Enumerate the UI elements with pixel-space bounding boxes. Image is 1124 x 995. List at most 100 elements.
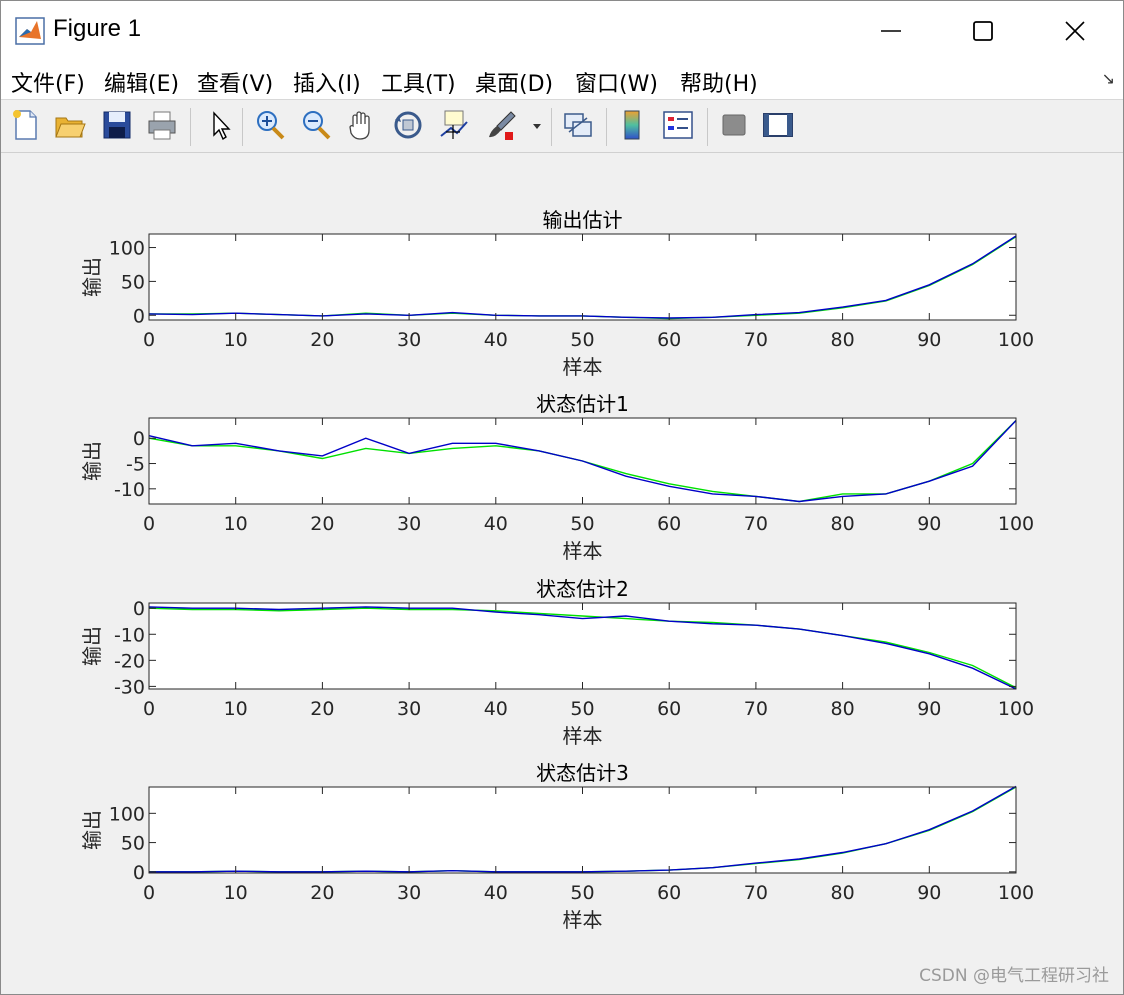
x-tick-label: 90 bbox=[917, 513, 941, 535]
close-icon[interactable] bbox=[1055, 11, 1095, 51]
subplot-title: 输出估计 bbox=[543, 208, 623, 232]
x-tick-label: 0 bbox=[143, 882, 155, 904]
y-tick-label: -10 bbox=[114, 624, 145, 646]
x-tick-label: 50 bbox=[570, 329, 594, 351]
y-axis-label: 输出 bbox=[80, 626, 104, 666]
x-tick-label: 20 bbox=[310, 698, 334, 720]
matlab-logo-icon bbox=[15, 17, 45, 45]
x-tick-label: 50 bbox=[570, 698, 594, 720]
x-tick-label: 100 bbox=[998, 882, 1034, 904]
menu-edit[interactable]: 编辑(E) bbox=[104, 66, 179, 98]
save-icon[interactable] bbox=[100, 108, 134, 142]
x-tick-label: 70 bbox=[744, 882, 768, 904]
y-axis-label: 输出 bbox=[80, 441, 104, 481]
x-tick-label: 50 bbox=[570, 513, 594, 535]
y-tick-label: 0 bbox=[133, 305, 145, 327]
x-axis-label: 样本 bbox=[563, 724, 603, 748]
x-axis-label: 样本 bbox=[563, 355, 603, 379]
toolbar-separator bbox=[707, 108, 708, 146]
legend-icon[interactable] bbox=[661, 108, 695, 142]
x-tick-label: 20 bbox=[310, 513, 334, 535]
y-tick-label: -5 bbox=[126, 454, 145, 476]
y-tick-label: -30 bbox=[114, 676, 145, 698]
x-tick-label: 40 bbox=[484, 698, 508, 720]
toolbar-separator bbox=[606, 108, 607, 146]
x-tick-label: 10 bbox=[224, 513, 248, 535]
figure-canvas[interactable]: 0 10 20 30 40 50 60 70 80 90 100 0 50 100 输出估计 样本 输出 0 10 2… bbox=[1, 153, 1123, 993]
x-tick-label: 90 bbox=[917, 698, 941, 720]
x-tick-label: 30 bbox=[397, 513, 421, 535]
subplot-2: 0 10 20 30 40 50 60 70 80 90 100 0 -5 -10 状态估计1 样本 输出 bbox=[80, 392, 1034, 563]
minimize-icon[interactable] bbox=[871, 11, 911, 51]
y-tick-label: 100 bbox=[109, 238, 145, 260]
subplot-1: 0 10 20 30 40 50 60 70 80 90 100 0 50 100 输出估计样本 输出 bbox=[80, 208, 1034, 379]
x-tick-label: 10 bbox=[224, 882, 248, 904]
brush-icon[interactable] bbox=[485, 108, 519, 142]
x-tick-label: 30 bbox=[397, 882, 421, 904]
hide-plot-tools-icon[interactable] bbox=[717, 108, 751, 142]
menu-window[interactable]: 窗口(W) bbox=[575, 66, 658, 98]
x-tick-label: 90 bbox=[917, 329, 941, 351]
x-tick-label: 100 bbox=[998, 329, 1034, 351]
rotate-3d-icon[interactable] bbox=[391, 108, 425, 142]
y-axis-label: 输出 bbox=[80, 257, 104, 297]
zoom-in-icon[interactable] bbox=[253, 108, 287, 142]
pointer-icon[interactable] bbox=[203, 108, 237, 142]
y-tick-label: 0 bbox=[133, 598, 145, 620]
window-title: Figure 1 bbox=[53, 15, 142, 42]
x-tick-label: 60 bbox=[657, 513, 681, 535]
watermark: CSDN @电气工程研习社 bbox=[919, 966, 1109, 986]
print-icon[interactable] bbox=[145, 108, 179, 142]
axes-background bbox=[149, 234, 1016, 320]
x-tick-label: 20 bbox=[310, 329, 334, 351]
menu-view[interactable]: 查看(V) bbox=[197, 66, 273, 98]
toolbar-separator bbox=[242, 108, 243, 146]
y-tick-label: 100 bbox=[109, 803, 145, 825]
x-tick-label: 60 bbox=[657, 698, 681, 720]
menu-help[interactable]: 帮助(H) bbox=[680, 66, 758, 98]
x-tick-label: 10 bbox=[224, 329, 248, 351]
y-tick-label: 0 bbox=[133, 862, 145, 884]
x-tick-label: 40 bbox=[484, 513, 508, 535]
dock-arrow-icon[interactable]: ↘ bbox=[1102, 69, 1115, 88]
x-axis-label: 样本 bbox=[563, 908, 603, 932]
subplot-title: 状态估计2 bbox=[536, 577, 629, 601]
y-tick-label: -20 bbox=[114, 650, 145, 672]
x-tick-label: 100 bbox=[998, 513, 1034, 535]
x-tick-label: 70 bbox=[744, 513, 768, 535]
subplot-title: 状态估计1 bbox=[536, 392, 629, 416]
x-tick-label: 0 bbox=[143, 329, 155, 351]
x-tick-label: 100 bbox=[998, 698, 1034, 720]
show-plot-tools-icon[interactable] bbox=[761, 108, 795, 142]
link-plot-icon[interactable] bbox=[561, 108, 595, 142]
y-tick-label: 50 bbox=[121, 833, 145, 855]
new-figure-icon[interactable] bbox=[9, 108, 43, 142]
maximize-icon[interactable] bbox=[963, 11, 1003, 51]
menu-file[interactable]: 文件(F) bbox=[11, 66, 85, 98]
y-axis-label: 输出 bbox=[80, 810, 104, 850]
chevron-down-icon[interactable] bbox=[527, 108, 547, 142]
menu-desktop[interactable]: 桌面(D) bbox=[475, 66, 553, 98]
x-axis-label: 样本 bbox=[563, 539, 603, 563]
x-tick-label: 10 bbox=[224, 698, 248, 720]
menu-tools[interactable]: 工具(T) bbox=[381, 66, 456, 98]
x-tick-label: 30 bbox=[397, 329, 421, 351]
x-tick-label: 0 bbox=[143, 513, 155, 535]
x-tick-label: 30 bbox=[397, 698, 421, 720]
title-bar[interactable]: Figure 1 bbox=[1, 1, 1123, 61]
x-tick-label: 80 bbox=[831, 513, 855, 535]
y-tick-label: -10 bbox=[114, 479, 145, 501]
x-tick-label: 60 bbox=[657, 329, 681, 351]
data-cursor-icon[interactable] bbox=[437, 108, 471, 142]
x-tick-label: 0 bbox=[143, 698, 155, 720]
open-file-icon[interactable] bbox=[53, 108, 87, 142]
x-tick-label: 70 bbox=[744, 698, 768, 720]
pan-icon[interactable] bbox=[345, 108, 379, 142]
colorbar-icon[interactable] bbox=[616, 108, 650, 142]
menu-insert[interactable]: 插入(I) bbox=[293, 66, 361, 98]
x-tick-label: 50 bbox=[570, 882, 594, 904]
x-tick-label: 40 bbox=[484, 882, 508, 904]
toolbar-separator bbox=[190, 108, 191, 146]
zoom-out-icon[interactable] bbox=[299, 108, 333, 142]
subplots-svg: 0 10 20 30 40 50 60 70 80 90 100050100输出估计样本输出0 10 2… bbox=[80, 208, 1034, 932]
